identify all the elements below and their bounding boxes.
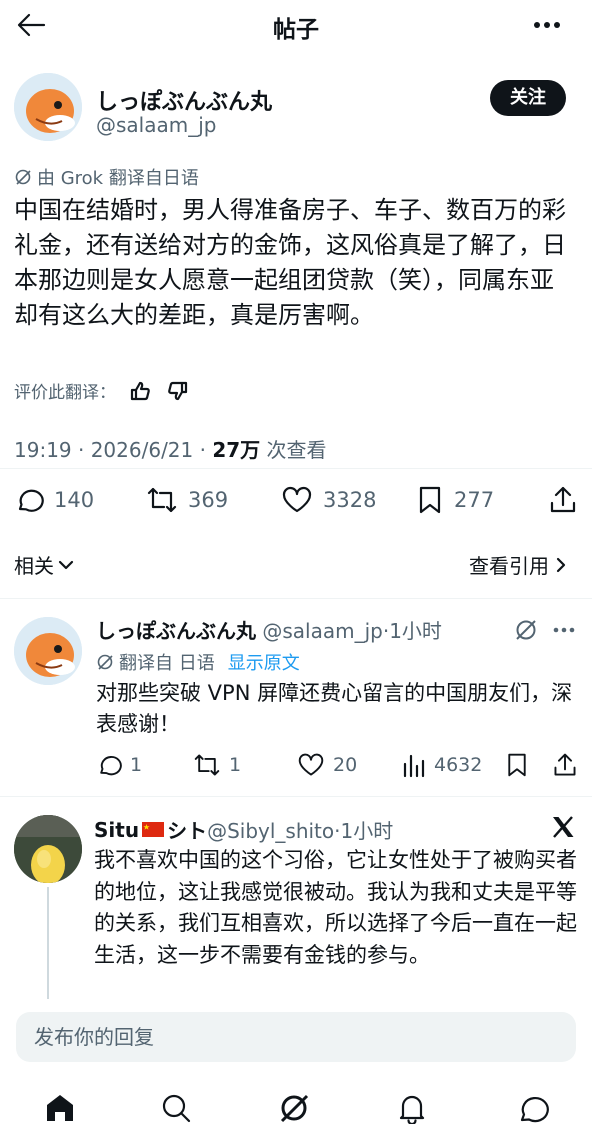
reply-header: しっぽぶんぶん丸 @salaam_jp·1小时 — [96, 615, 442, 644]
show-original-link[interactable]: 显示原文 — [228, 649, 300, 675]
reply-author-suffix: シト — [167, 819, 208, 843]
bookmark-icon — [416, 485, 444, 515]
views-label: 次查看 — [260, 438, 327, 462]
like-button[interactable]: 3328 — [281, 485, 376, 515]
grok-icon — [14, 168, 32, 186]
reply-avatar[interactable] — [14, 815, 82, 883]
reply-avatar[interactable] — [14, 617, 82, 685]
post-time: 19:19 · 2026/6/21 · — [14, 438, 213, 462]
share-icon[interactable] — [552, 752, 578, 778]
reply-author-name[interactable]: Situ — [94, 818, 139, 842]
rate-translation-label: 评价此翻译： — [14, 383, 116, 403]
translation-note: 由 Grok 翻译自日语 — [14, 164, 199, 190]
reply-text: 我不喜欢中国的这个习俗，它让女性处于了被购买者的地位，这让我感觉很被动。我认为我… — [94, 848, 577, 967]
reply-count: 140 — [54, 488, 95, 512]
like-count: 3328 — [323, 488, 377, 512]
chevron-down-icon — [58, 559, 74, 571]
post-meta: 19:19 · 2026/6/21 · 27万 次查看 — [14, 434, 327, 463]
reply-button[interactable]: 140 — [14, 485, 94, 515]
chevron-right-icon — [555, 556, 567, 574]
views-count: 27万 — [212, 438, 261, 462]
reply-meta: @salaam_jp·1小时 — [256, 619, 442, 643]
views-button[interactable]: 4632 — [402, 752, 482, 778]
view-quotes-label: 查看引用 — [469, 554, 549, 578]
related-dropdown[interactable]: 相关 — [14, 550, 74, 579]
reply-header: Situ シト @Sibyl_shito·1小时 — [94, 815, 393, 844]
bookmark-icon[interactable] — [505, 752, 529, 778]
more-options-icon[interactable] — [532, 14, 562, 36]
reply-author-name[interactable]: しっぽぶんぶん丸 — [96, 619, 256, 643]
bookmark-count: 277 — [454, 488, 495, 512]
reply-button[interactable]: 1 — [96, 752, 142, 778]
divider — [0, 468, 592, 469]
messages-icon[interactable] — [516, 1092, 550, 1124]
reply-icon — [14, 485, 44, 515]
avatar[interactable] — [14, 73, 82, 141]
repost-count: 1 — [229, 754, 242, 776]
home-icon[interactable] — [44, 1092, 76, 1124]
like-count: 20 — [333, 754, 358, 776]
grok-icon — [96, 653, 114, 671]
reply-meta: @Sibyl_shito·1小时 — [207, 819, 394, 843]
follow-button[interactable]: 关注 — [490, 80, 566, 116]
related-label: 相关 — [14, 554, 54, 578]
repost-button[interactable]: 369 — [146, 485, 228, 515]
reply-text: 对那些突破 VPN 屏障还费心留言的中国朋友们，深表感谢！ — [96, 681, 573, 736]
reply-icon — [96, 752, 122, 778]
divider — [0, 598, 592, 599]
views-count: 4632 — [434, 754, 483, 776]
analytics-icon — [402, 752, 426, 778]
divider — [0, 796, 592, 797]
page-title: 帖子 — [273, 17, 319, 43]
notifications-icon[interactable] — [396, 1092, 428, 1124]
china-flag-icon — [142, 822, 165, 837]
heart-icon — [297, 752, 325, 778]
rate-translation: 评价此翻译： — [14, 378, 188, 403]
thumbs-up-icon[interactable] — [130, 381, 152, 401]
repost-icon — [193, 752, 221, 778]
thread-line — [47, 887, 49, 999]
reply-translation-text: 翻译自 日语 — [119, 653, 215, 674]
heart-icon — [281, 485, 313, 515]
author-name[interactable]: しっぽぶんぶん丸 — [96, 84, 272, 116]
author-handle: @salaam_jp — [96, 113, 217, 137]
thumbs-down-icon[interactable] — [166, 381, 188, 401]
x-logo-icon[interactable] — [550, 814, 576, 840]
reply-input[interactable]: 发布你的回复 — [16, 1012, 576, 1062]
repost-button[interactable]: 1 — [193, 752, 241, 778]
search-icon[interactable] — [160, 1092, 192, 1124]
reply-translation-note: 翻译自 日语 显示原文 — [96, 649, 300, 675]
reply-count: 1 — [130, 754, 143, 776]
bookmark-button[interactable]: 277 — [416, 485, 494, 515]
grok-icon[interactable] — [278, 1092, 310, 1124]
translation-note-text: 由 Grok 翻译自日语 — [37, 168, 199, 189]
more-options-icon[interactable] — [552, 626, 576, 634]
view-quotes-link[interactable]: 查看引用 — [469, 550, 567, 579]
share-icon[interactable] — [548, 485, 578, 515]
repost-icon — [146, 485, 178, 515]
repost-count: 369 — [188, 488, 229, 512]
post-text: 中国在结婚时，男人得准备房子、车子、数百万的彩礼金，还有送给对方的金饰，这风俗真… — [14, 196, 566, 329]
like-button[interactable]: 20 — [297, 752, 357, 778]
grok-icon[interactable] — [514, 618, 538, 642]
